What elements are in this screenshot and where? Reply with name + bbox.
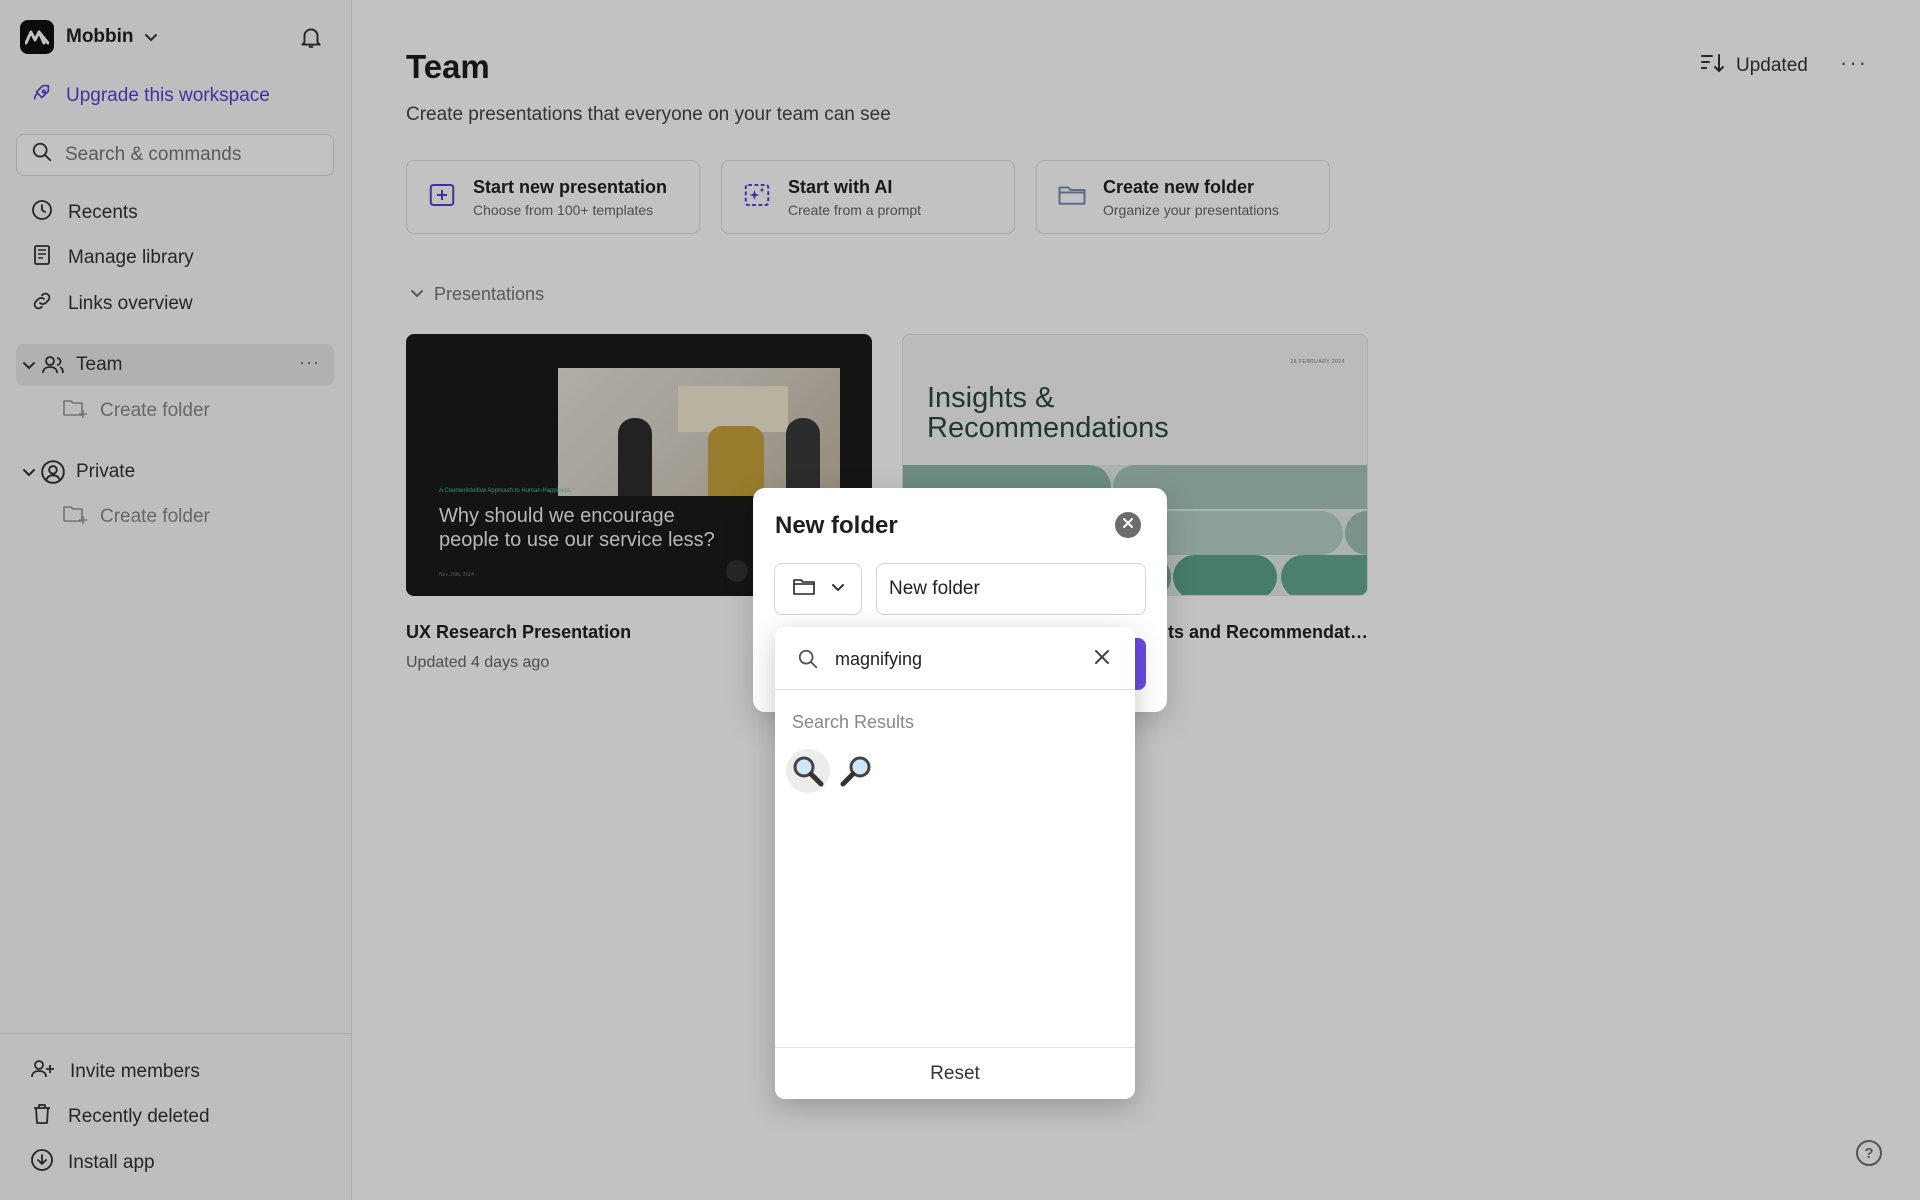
folder-name-input[interactable] xyxy=(876,563,1146,615)
reset-button[interactable]: Reset xyxy=(775,1047,1135,1099)
folder-icon xyxy=(791,575,817,604)
search-icon xyxy=(797,648,819,675)
emoji-result-magnifying-glass-right[interactable] xyxy=(834,749,878,793)
magnifying-glass-left-icon xyxy=(793,756,824,787)
search-results-heading: Search Results xyxy=(792,712,915,732)
close-icon xyxy=(1122,516,1134,534)
help-button[interactable]: ? xyxy=(1856,1140,1882,1166)
chevron-down-icon xyxy=(831,580,845,599)
emoji-search-bar xyxy=(775,627,1135,690)
magnifying-glass-right-icon xyxy=(840,756,871,787)
emoji-result-magnifying-glass-left[interactable] xyxy=(786,749,830,793)
dialog-title: New folder xyxy=(775,512,898,539)
emoji-picker-popover: Search Results Reset xyxy=(775,627,1135,1099)
clear-search-button[interactable] xyxy=(1092,647,1112,672)
emoji-search-input[interactable] xyxy=(835,643,1075,675)
folder-icon-picker[interactable] xyxy=(774,563,862,615)
close-button[interactable] xyxy=(1115,512,1141,538)
